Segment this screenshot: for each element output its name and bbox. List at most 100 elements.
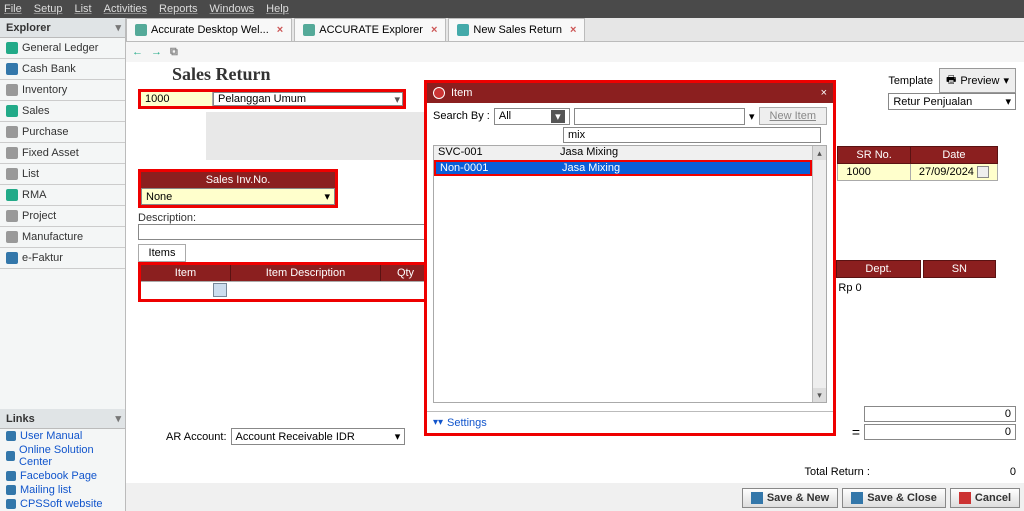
menu-help[interactable]: Help [266, 3, 289, 15]
nav-label: Cash Bank [22, 63, 76, 75]
menu-list[interactable]: List [74, 3, 91, 15]
close-icon[interactable]: × [821, 87, 827, 99]
popup-body: Search By : All ▾ ▾ New Item SVC-001 Jas… [427, 103, 833, 411]
tab-explorer[interactable]: ACCURATE Explorer× [294, 18, 446, 41]
preview-button[interactable]: 🖶 Preview ▾ [939, 68, 1016, 93]
nav-cash-bank[interactable]: Cash Bank [0, 59, 125, 80]
save-new-button[interactable]: Save & New [742, 488, 838, 508]
app-icon [433, 87, 445, 99]
menu-file[interactable]: File [4, 3, 22, 15]
search-row: Search By : All ▾ ▾ New Item [433, 107, 827, 125]
nav-rma[interactable]: RMA [0, 185, 125, 206]
link-user-manual[interactable]: User Manual [0, 429, 125, 443]
settings-link[interactable]: Settings [447, 417, 487, 429]
nav-efaktur[interactable]: e-Faktur [0, 248, 125, 269]
close-icon[interactable]: × [277, 24, 283, 36]
grid-row[interactable] [141, 281, 435, 299]
search-label: Search By : [433, 110, 490, 122]
list-icon [6, 168, 18, 180]
forward-icon[interactable]: → [151, 46, 162, 58]
nav-project[interactable]: Project [0, 206, 125, 227]
filter-input[interactable] [563, 127, 821, 143]
menu-reports[interactable]: Reports [159, 3, 198, 15]
save-close-button[interactable]: Save & Close [842, 488, 946, 508]
nav-purchase[interactable]: Purchase [0, 122, 125, 143]
scrollbar[interactable]: ▴ ▾ [812, 146, 826, 402]
search-mode-value: All [499, 110, 511, 122]
nav-label: Sales [22, 105, 50, 117]
close-icon[interactable]: × [431, 24, 437, 36]
date-input[interactable]: 27/09/2024 [910, 164, 997, 181]
nav-label: RMA [22, 189, 46, 201]
summary-box: = [852, 406, 1016, 440]
summary-input-1[interactable] [864, 406, 1016, 422]
popup-titlebar: Item × [427, 83, 833, 103]
customer-name-select[interactable]: Pelanggan Umum ▾ [213, 92, 403, 106]
link-solution-center[interactable]: Online Solution Center [0, 443, 125, 469]
sales-inv-head: Sales Inv.No. [141, 172, 335, 188]
menu-windows[interactable]: Windows [210, 3, 255, 15]
sales-icon [6, 105, 18, 117]
items-tab[interactable]: Items [138, 244, 186, 262]
equals-label: = [852, 424, 860, 440]
link-mailing-list[interactable]: Mailing list [0, 483, 125, 497]
link-cpssoft[interactable]: CPSSoft website [0, 497, 125, 511]
save-icon [851, 492, 863, 504]
col-sn: SN [923, 260, 996, 278]
link-label: Online Solution Center [19, 444, 119, 468]
nav-manufacture[interactable]: Manufacture [0, 227, 125, 248]
search-input[interactable] [574, 108, 745, 125]
tab-bar: Accurate Desktop Wel...× ACCURATE Explor… [126, 18, 1024, 42]
template-select[interactable]: Retur Penjualan ▾ [888, 93, 1016, 110]
chevron-down-icon[interactable]: ▾ [115, 21, 121, 34]
bottom-bar: Save & New Save & Close Cancel [742, 485, 1024, 511]
tab-desktop[interactable]: Accurate Desktop Wel...× [126, 18, 292, 41]
scroll-up-icon[interactable]: ▴ [813, 146, 826, 160]
calendar-icon[interactable] [977, 166, 989, 178]
link-facebook[interactable]: Facebook Page [0, 469, 125, 483]
nav-fixed-asset[interactable]: Fixed Asset [0, 143, 125, 164]
copy-icon[interactable]: ⧉ [170, 46, 178, 59]
btn-label: Cancel [975, 492, 1011, 504]
nav-list[interactable]: List [0, 164, 125, 185]
list-item-selected[interactable]: Non-0001 Jasa Mixing [434, 160, 812, 176]
chevron-down-icon[interactable]: ▾▾ [433, 417, 443, 428]
nav-sales[interactable]: Sales [0, 101, 125, 122]
chevron-down-icon[interactable]: ▾ [749, 110, 755, 123]
sales-inv-select[interactable]: None ▾ [141, 188, 335, 205]
menu-setup[interactable]: Setup [34, 3, 63, 15]
cancel-button[interactable]: Cancel [950, 488, 1020, 508]
summary-input-2[interactable] [864, 424, 1016, 440]
customer-code-input[interactable]: 1000 [141, 92, 213, 106]
totals-right: Dept. SN Rp 0 [834, 258, 998, 296]
item-name: Jasa Mixing [562, 162, 810, 174]
chevron-down-icon[interactable]: ▾ [115, 412, 121, 425]
tab-sales-return[interactable]: New Sales Return× [448, 18, 585, 41]
back-icon[interactable]: ← [132, 46, 143, 58]
doc-icon [135, 24, 147, 36]
new-item-button[interactable]: New Item [759, 107, 827, 125]
nav-general-ledger[interactable]: General Ledger [0, 38, 125, 59]
btn-label: Save & New [767, 492, 829, 504]
ar-account-select[interactable]: Account Receivable IDR ▾ [231, 428, 406, 445]
date-value: 27/09/2024 [919, 166, 974, 178]
menu-activities[interactable]: Activities [104, 3, 147, 15]
nav-inventory[interactable]: Inventory [0, 80, 125, 101]
btn-label: Save & Close [867, 492, 937, 504]
srno-input[interactable]: 1000 [838, 164, 910, 181]
search-mode-select[interactable]: All ▾ [494, 108, 570, 125]
list-item[interactable]: SVC-001 Jasa Mixing [434, 146, 812, 160]
description-input[interactable] [138, 224, 428, 240]
top-right-controls: Template 🖶 Preview ▾ Retur Penjualan ▾ [888, 68, 1016, 110]
links-title: Links [6, 413, 35, 425]
customer-name-value: Pelanggan Umum [218, 93, 306, 105]
total-return-value: 0 [1010, 466, 1016, 478]
col-dept: Dept. [836, 260, 920, 278]
close-icon[interactable]: × [570, 24, 576, 36]
facebook-icon [6, 471, 16, 481]
lookup-icon[interactable] [213, 283, 227, 297]
history-bar: ← → ⧉ [126, 42, 1024, 62]
nav-label: Inventory [22, 84, 67, 96]
scroll-down-icon[interactable]: ▾ [813, 388, 826, 402]
inventory-icon [6, 84, 18, 96]
